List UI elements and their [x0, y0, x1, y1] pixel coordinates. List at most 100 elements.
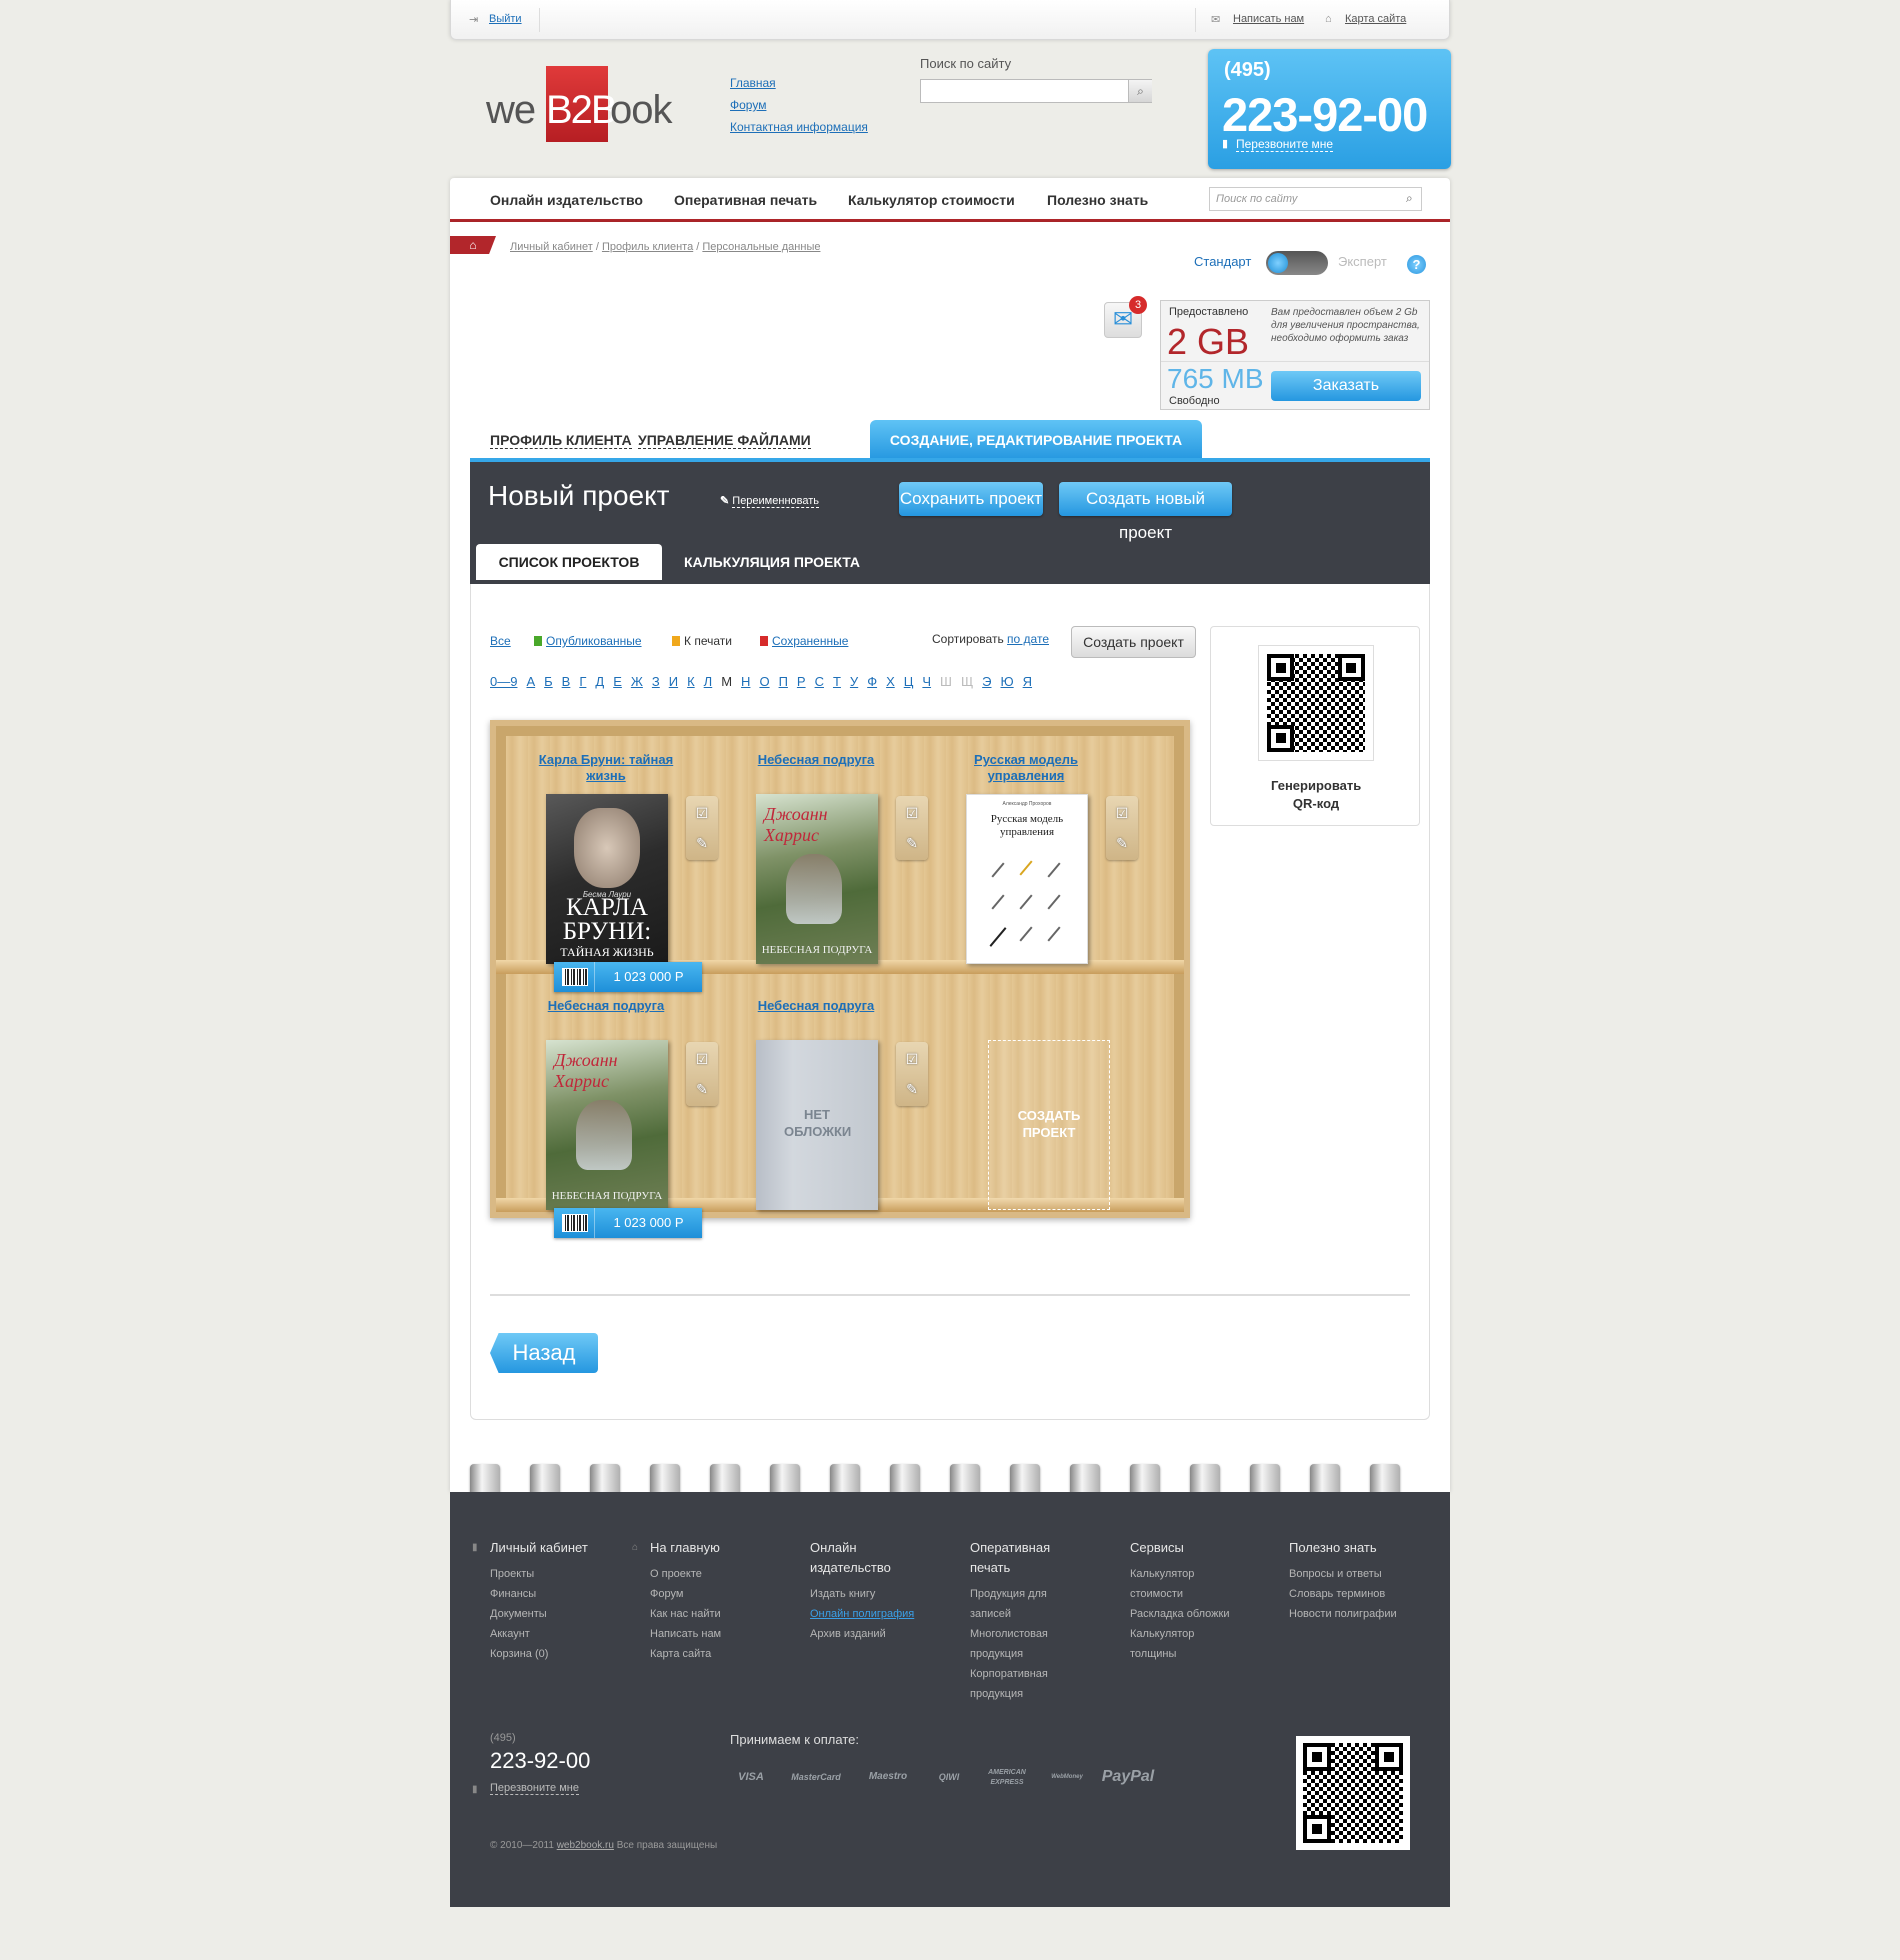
mode-toggle[interactable] — [1266, 251, 1328, 275]
forum-link[interactable]: Форум — [730, 98, 766, 112]
alphabet-letter[interactable]: Ц — [904, 674, 914, 689]
footer-link[interactable]: Архив изданий — [810, 1624, 920, 1644]
alphabet-letter[interactable]: Х — [886, 674, 895, 689]
footer-link[interactable]: Финансы — [490, 1584, 630, 1604]
subtab-project-list[interactable]: СПИСОК ПРОЕКТОВ — [476, 544, 662, 580]
alphabet-letter[interactable]: Б — [544, 674, 553, 689]
sitemap-link[interactable]: Карта сайта — [1345, 13, 1406, 25]
book-cover[interactable]: Бесма Лаури КАРЛА БРУНИ: ТАЙНАЯ ЖИЗНЬ — [546, 794, 668, 964]
footer-link[interactable]: Раскладка обложки — [1130, 1604, 1240, 1624]
nav-quick-print[interactable]: Оперативная печать — [674, 192, 817, 208]
footer-link[interactable]: Как нас найти — [650, 1604, 790, 1624]
create-project-slot[interactable]: СОЗДАТЬ ПРОЕКТ — [988, 1040, 1110, 1210]
search-icon[interactable]: ⌕ — [1406, 191, 1413, 206]
help-icon[interactable]: ? — [1407, 255, 1426, 274]
book-cover[interactable]: Джоанн Харрис НЕБЕСНАЯ ПОДРУГА — [756, 794, 878, 964]
alphabet-letter[interactable]: А — [526, 674, 535, 689]
alphabet-letter[interactable]: О — [759, 674, 769, 689]
pencil-icon[interactable]: ✎ — [896, 830, 928, 856]
nav-online-publishing[interactable]: Онлайн издательство — [490, 192, 643, 208]
footer-link[interactable]: Документы — [490, 1604, 630, 1624]
create-new-project-button[interactable]: Создать новый проект — [1059, 482, 1232, 542]
alphabet-letter[interactable]: Ю — [1001, 674, 1014, 689]
breadcrumb-cabinet[interactable]: Личный кабинет — [510, 241, 593, 253]
alphabet-letter[interactable]: Е — [613, 674, 622, 689]
alphabet-letter[interactable]: Ф — [867, 674, 877, 689]
footer-link[interactable]: Проекты — [490, 1564, 630, 1584]
footer-link[interactable]: Корзина (0) — [490, 1644, 630, 1664]
pencil-icon[interactable]: ✎ — [896, 1076, 928, 1102]
subtab-project-calculation[interactable]: КАЛЬКУЛЯЦИЯ ПРОЕКТА — [684, 544, 860, 580]
rename-link[interactable]: ✎ Переименновать — [720, 494, 819, 508]
pencil-icon[interactable]: ✎ — [686, 830, 718, 856]
breadcrumb-profile[interactable]: Профиль клиента — [602, 241, 693, 253]
book-cover-empty[interactable]: НЕТ ОБЛОЖКИ — [756, 1040, 878, 1210]
logout-link[interactable]: Выйти — [489, 13, 522, 25]
book-title-link[interactable]: Небесная подруга — [736, 752, 896, 768]
sort-by-date-link[interactable]: по дате — [1007, 632, 1049, 646]
book-title-link[interactable]: Небесная подруга — [736, 998, 896, 1014]
create-project-button[interactable]: Создать проект — [1071, 626, 1196, 658]
nav-search-input[interactable]: Поиск по сайту — [1209, 187, 1422, 211]
footer-link[interactable]: Калькулятор стоимости — [1130, 1564, 1240, 1604]
footer-callback-link[interactable]: Перезвоните мне — [490, 1782, 579, 1795]
tab-client-profile[interactable]: ПРОФИЛЬ КЛИЕНТА — [490, 432, 632, 449]
site-logo[interactable]: we B2B ook — [486, 66, 696, 144]
footer-link[interactable]: Форум — [650, 1584, 790, 1604]
contacts-link[interactable]: Контактная информация — [730, 120, 868, 134]
book-title-link[interactable]: Карла Бруни: тайная жизнь — [526, 752, 686, 784]
footer-link[interactable]: О проекте — [650, 1564, 790, 1584]
footer-link[interactable]: Карта сайта — [650, 1644, 790, 1664]
search-button[interactable]: ⌕ — [1128, 80, 1152, 102]
alphabet-letter[interactable]: И — [669, 674, 678, 689]
alphabet-letter[interactable]: З — [652, 674, 660, 689]
footer-link[interactable]: Вопросы и ответы — [1289, 1564, 1429, 1584]
alphabet-letter[interactable]: Н — [741, 674, 750, 689]
book-cover[interactable]: Александр Прохоров Русская модель управл… — [966, 794, 1088, 964]
alphabet-letter[interactable]: У — [850, 674, 858, 689]
footer-link[interactable]: Новости полиграфии — [1289, 1604, 1429, 1624]
save-project-button[interactable]: Сохранить проект — [899, 482, 1043, 516]
checklist-icon[interactable]: ☑ — [896, 800, 928, 826]
callback-link[interactable]: Перезвоните мне — [1236, 137, 1334, 152]
qr-generator[interactable]: Генерировать QR-код — [1210, 626, 1420, 826]
filter-all[interactable]: Все — [490, 634, 511, 648]
footer-link[interactable]: Корпоративная продукция — [970, 1664, 1070, 1704]
pencil-icon[interactable]: ✎ — [686, 1076, 718, 1102]
mode-standard-label[interactable]: Стандарт — [1194, 254, 1251, 269]
footer-link[interactable]: Многолистовая продукция — [970, 1624, 1070, 1664]
alphabet-letter[interactable]: 0—9 — [490, 674, 517, 689]
footer-link[interactable]: Словарь терминов — [1289, 1584, 1429, 1604]
mode-expert-label[interactable]: Эксперт — [1338, 254, 1387, 269]
alphabet-letter[interactable]: Д — [595, 674, 604, 689]
breadcrumb-personal[interactable]: Персональные данные — [702, 241, 820, 253]
footer-link[interactable]: Продукция для записей — [970, 1584, 1070, 1624]
nav-calculator[interactable]: Калькулятор стоимости — [848, 192, 1015, 208]
alphabet-letter[interactable]: В — [562, 674, 571, 689]
alphabet-letter[interactable]: Ч — [922, 674, 931, 689]
alphabet-letter[interactable]: Р — [797, 674, 806, 689]
footer-link[interactable]: Калькулятор толщины — [1130, 1624, 1240, 1664]
footer-link[interactable]: Издать книгу — [810, 1584, 920, 1604]
home-icon[interactable]: ⌂ — [450, 236, 496, 254]
alphabet-letter[interactable]: Т — [833, 674, 841, 689]
alphabet-letter[interactable]: Л — [704, 674, 713, 689]
footer-link[interactable]: Онлайн полиграфия — [810, 1604, 920, 1624]
tab-project-editing[interactable]: СОЗДАНИЕ, РЕДАКТИРОВАНИЕ ПРОЕКТА — [870, 420, 1202, 460]
back-button[interactable]: Назад — [490, 1333, 598, 1373]
checklist-icon[interactable]: ☑ — [686, 800, 718, 826]
book-cover[interactable]: Джоанн Харрис НЕБЕСНАЯ ПОДРУГА — [546, 1040, 668, 1210]
alphabet-letter[interactable]: Я — [1023, 674, 1032, 689]
alphabet-letter[interactable]: Г — [579, 674, 586, 689]
alphabet-letter[interactable]: Э — [982, 674, 991, 689]
order-storage-button[interactable]: Заказать — [1271, 371, 1421, 401]
checklist-icon[interactable]: ☑ — [686, 1046, 718, 1072]
nav-useful[interactable]: Полезно знать — [1047, 192, 1148, 208]
checklist-icon[interactable]: ☑ — [1106, 800, 1138, 826]
footer-site-link[interactable]: web2book.ru — [557, 1840, 614, 1851]
filter-saved[interactable]: Сохраненные — [760, 634, 848, 648]
home-link[interactable]: Главная — [730, 76, 776, 90]
write-us-link[interactable]: Написать нам — [1233, 13, 1304, 25]
alphabet-letter[interactable]: Ж — [631, 674, 643, 689]
filter-to-print[interactable]: К печати — [672, 634, 732, 648]
